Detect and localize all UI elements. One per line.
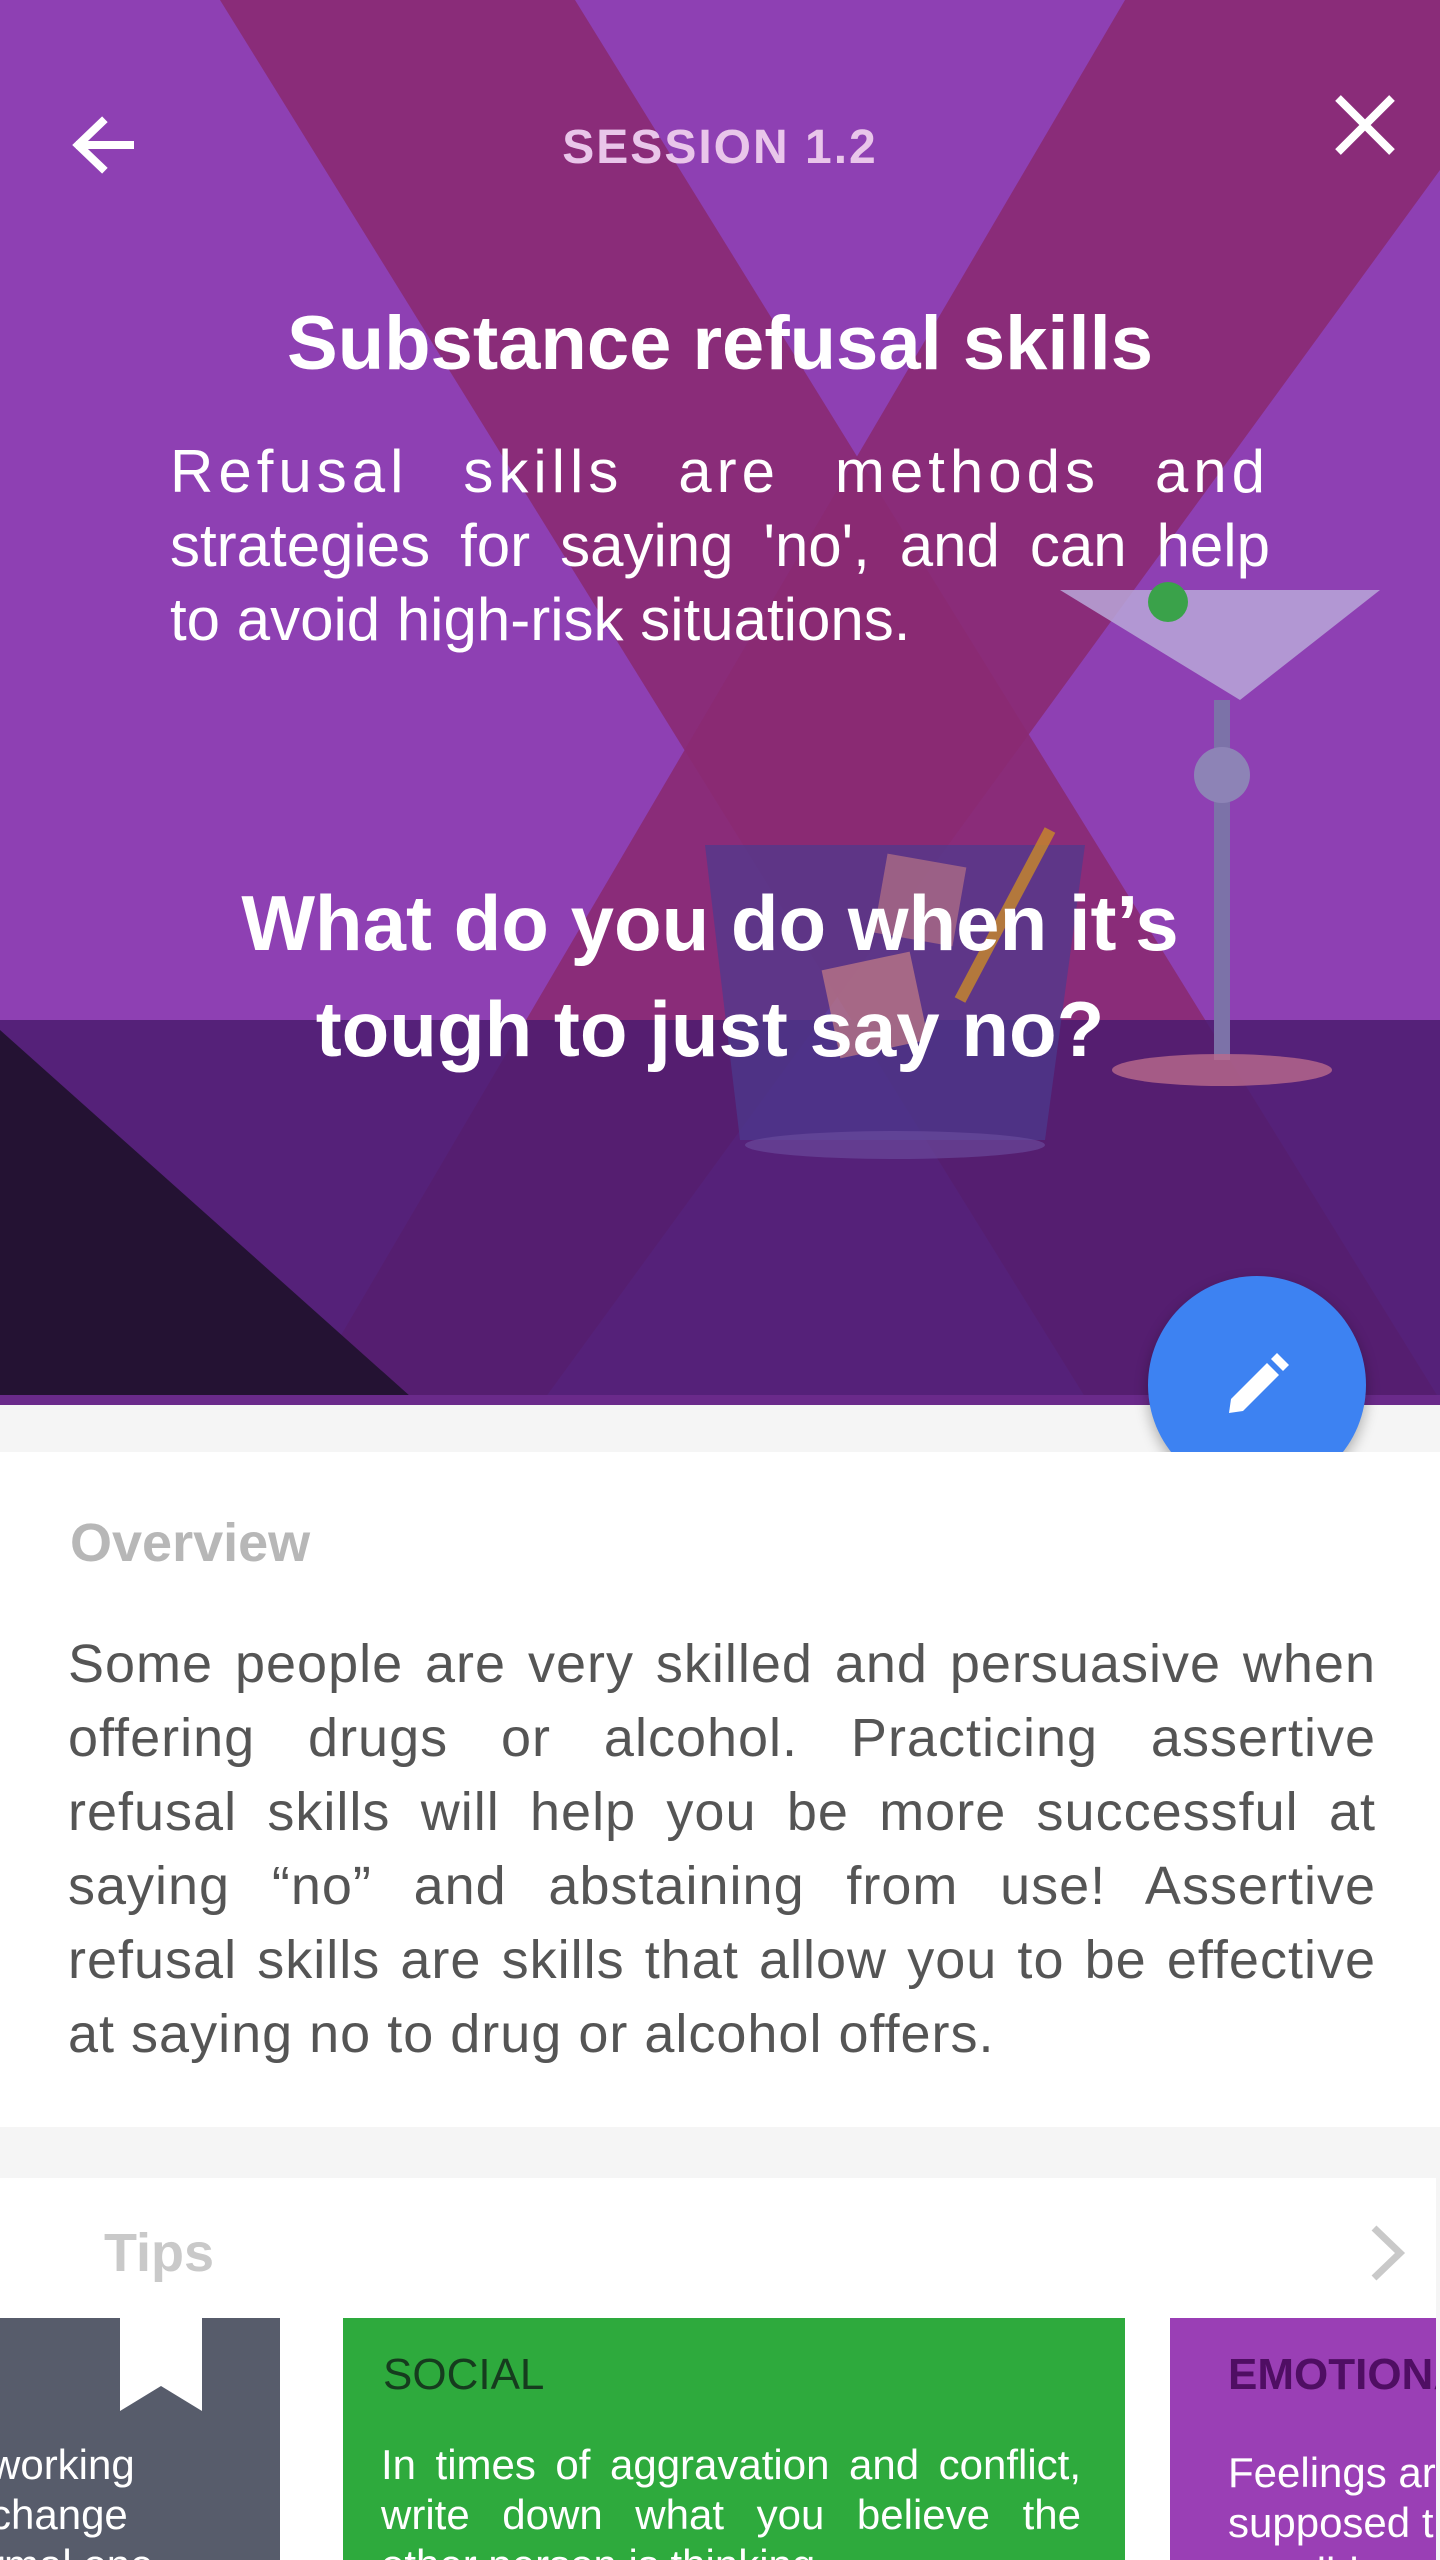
tip-text-line: supposed t	[1228, 2499, 1434, 2546]
bookmark-icon	[120, 2318, 202, 2411]
tips-card: Tips working change rmal one SOCIAL In t…	[0, 2178, 1436, 2560]
pencil-icon	[1229, 1353, 1289, 1413]
session-hero: SESSION 1.2 Substance refusal skills Ref…	[0, 0, 1440, 1405]
overview-card: Overview Some people are very skilled an…	[0, 1452, 1440, 2127]
overview-body: Some people are very skilled and persuas…	[68, 1634, 1376, 2064]
session-title: Substance refusal skills	[287, 301, 1153, 386]
tip-text-line: In times of aggravation and conflict,	[381, 2441, 1081, 2488]
top-bar: SESSION 1.2	[0, 0, 1440, 300]
tip-text-line: write down what you believe the	[381, 2491, 1081, 2538]
close-button[interactable]	[1320, 80, 1410, 170]
chevron-right-icon	[1371, 2225, 1406, 2281]
session-description-line-1: Refusal skills are methods and	[170, 438, 1270, 505]
tip-text-line: other person is thinking.	[381, 2540, 1081, 2560]
tip-text-line: sensible	[1228, 2548, 1436, 2560]
tip-card-social[interactable]: SOCIAL In times of aggravation and confl…	[343, 2318, 1125, 2560]
tip-card-previous[interactable]: working change rmal one	[0, 2318, 280, 2560]
tip-text-line: rmal one	[0, 2540, 280, 2560]
close-icon	[1335, 95, 1395, 155]
tip-text-line: working	[0, 2441, 135, 2488]
tip-card-emotional[interactable]: EMOTIONA Feelings ar supposed t sensible	[1170, 2318, 1436, 2560]
session-question-line-1: What do you do when it’s	[241, 879, 1179, 967]
tip-category: EMOTIONA	[1228, 2350, 1436, 2399]
session-label: SESSION 1.2	[562, 121, 878, 174]
session-description-line-2: strategies for saying 'no', and can help	[170, 512, 1270, 579]
overview-heading: Overview	[70, 1513, 311, 1573]
tip-text-line: change	[0, 2491, 128, 2538]
tip-text-line: Feelings ar	[1228, 2449, 1436, 2496]
tips-heading[interactable]: Tips	[104, 2222, 214, 2284]
tips-see-more-button[interactable]	[1362, 2218, 1412, 2288]
session-description-line-3: to avoid high-risk situations.	[170, 586, 911, 653]
session-question-line-2: tough to just say no?	[315, 985, 1105, 1073]
tip-category: SOCIAL	[383, 2350, 545, 2399]
